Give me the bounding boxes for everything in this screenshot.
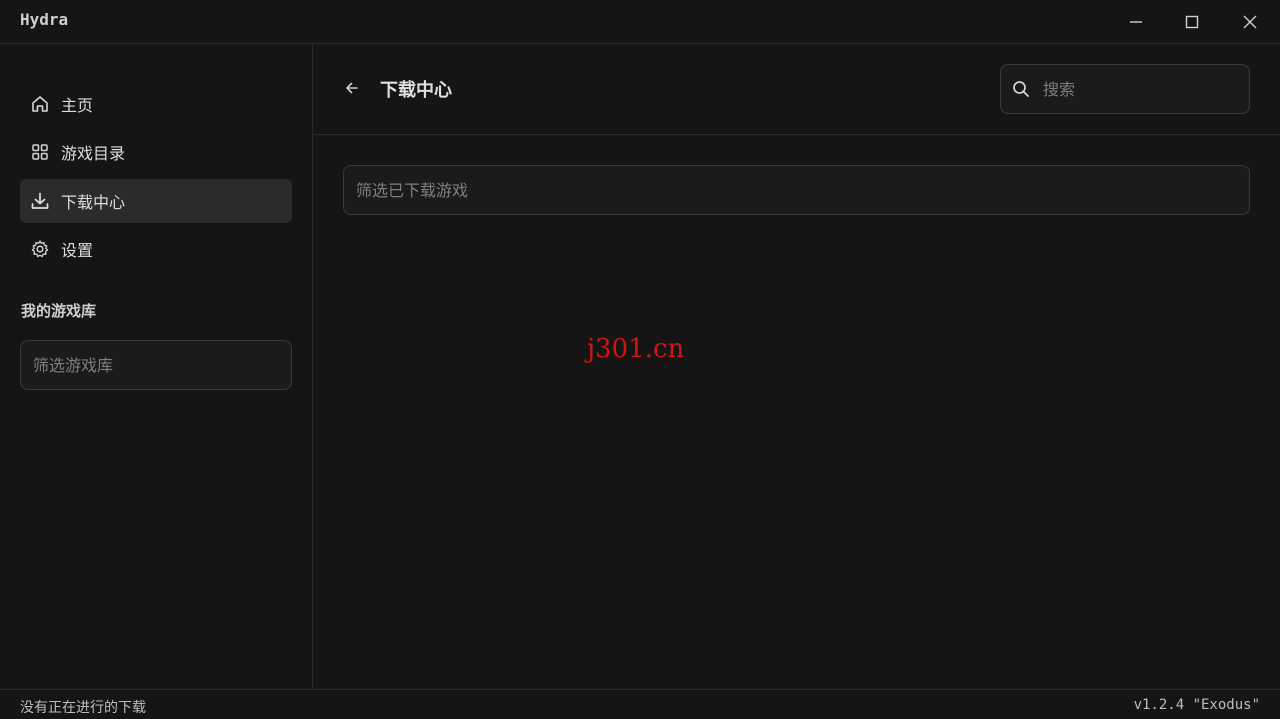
downloads-filter-input[interactable] [343, 165, 1250, 215]
download-icon [30, 191, 50, 211]
close-button[interactable] [1232, 7, 1268, 37]
main-content: 下载中心 [314, 44, 1280, 689]
sidebar-item-label: 游戏目录 [61, 144, 126, 163]
close-icon [1243, 15, 1257, 29]
search-input[interactable] [1043, 79, 1223, 99]
maximize-button[interactable] [1174, 7, 1210, 37]
back-button[interactable] [342, 78, 362, 98]
sidebar-item-label: 设置 [61, 241, 94, 260]
sidebar-item-home[interactable]: 主页 [20, 82, 292, 126]
status-bar: 没有正在进行的下载 v1.2.4 "Exodus" [0, 689, 1280, 719]
grid-icon [30, 142, 50, 162]
page-title: 下载中心 [380, 80, 452, 101]
search-box[interactable] [1000, 64, 1250, 114]
arrow-left-icon [346, 82, 358, 94]
page-header: 下载中心 [314, 44, 1280, 135]
library-filter-input[interactable] [20, 340, 292, 390]
sidebar-item-label: 主页 [61, 96, 94, 115]
app-title: Hydra [20, 10, 69, 29]
library-section-title: 我的游戏库 [21, 302, 97, 320]
minimize-button[interactable] [1118, 7, 1154, 37]
sidebar-item-catalogue[interactable]: 游戏目录 [20, 130, 292, 174]
sidebar-item-settings[interactable]: 设置 [20, 227, 292, 271]
download-status-text: 没有正在进行的下载 [20, 700, 146, 716]
maximize-icon [1185, 15, 1199, 29]
home-icon [30, 94, 50, 114]
gear-icon [30, 239, 50, 259]
version-text: v1.2.4 "Exodus" [1133, 697, 1260, 713]
sidebar: 主页 游戏目录 下载中心 设置 我的游戏库 [0, 44, 313, 689]
sidebar-item-downloads[interactable]: 下载中心 [20, 179, 292, 223]
minimize-icon [1130, 21, 1142, 23]
title-bar: Hydra [0, 0, 1280, 44]
watermark-text: j301.cn [587, 334, 685, 364]
search-icon [1013, 81, 1029, 97]
sidebar-item-label: 下载中心 [61, 193, 126, 212]
